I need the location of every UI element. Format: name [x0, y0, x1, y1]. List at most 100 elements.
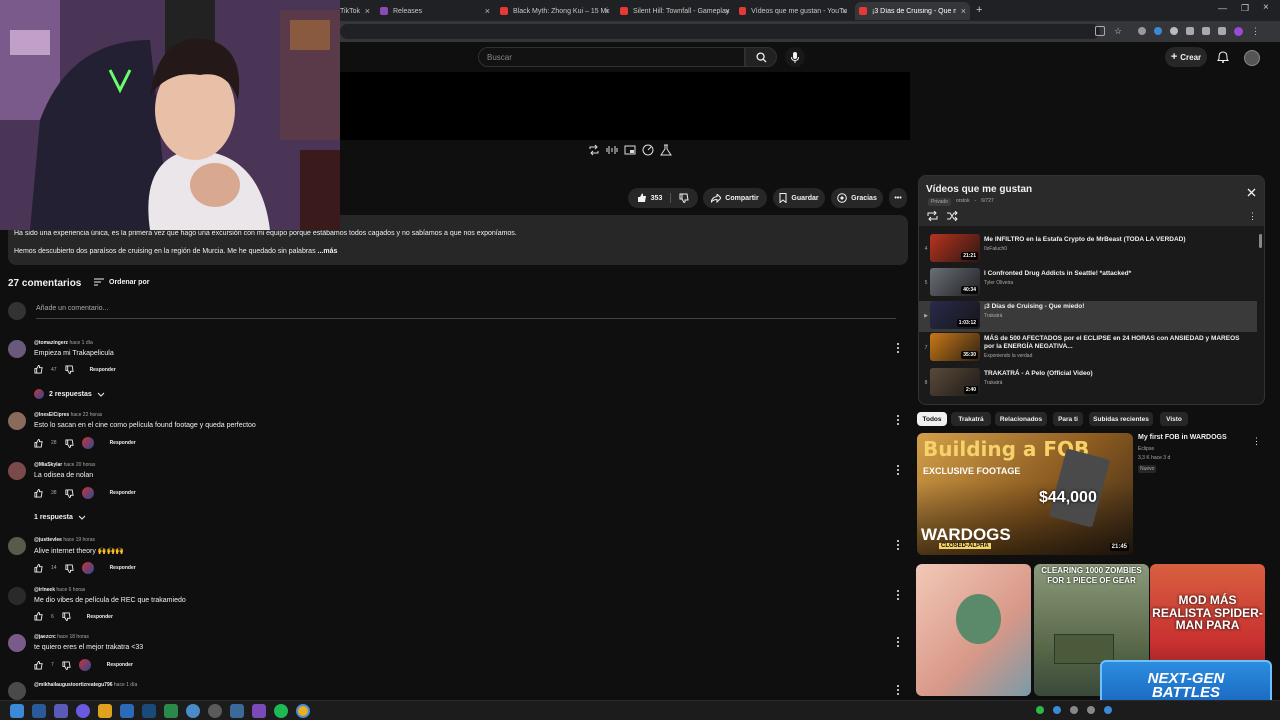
thumbs-down-icon[interactable]	[62, 660, 71, 670]
playlist-title[interactable]: Vídeos que me gustan	[926, 184, 1032, 195]
comment-author[interactable]: @irlneek	[34, 587, 55, 593]
show-replies-button[interactable]: 1 respuesta	[34, 514, 86, 521]
app-icon[interactable]	[76, 704, 90, 718]
comment-author[interactable]: @justtevlee	[34, 537, 62, 543]
thumbs-down-icon[interactable]	[65, 563, 74, 573]
notifications-bell-icon[interactable]	[1217, 51, 1229, 63]
sort-comments-button[interactable]: Ordenar por	[94, 278, 149, 286]
search-input[interactable]: Buscar	[478, 47, 745, 67]
audio-waves-icon[interactable]	[606, 144, 618, 156]
close-tab-icon[interactable]: ×	[605, 6, 610, 16]
filter-chip[interactable]: Para ti	[1053, 412, 1083, 426]
tray-icon[interactable]	[1036, 706, 1044, 714]
thumbs-up-icon[interactable]	[34, 488, 43, 498]
close-tab-icon[interactable]: ×	[961, 6, 966, 16]
comment-time[interactable]: hace 19 horas	[63, 537, 95, 543]
close-tab-icon[interactable]: ×	[842, 6, 847, 16]
app-icon[interactable]	[208, 704, 222, 718]
comment-time[interactable]: hace 1 día	[69, 340, 92, 346]
reply-button[interactable]: Responder	[90, 367, 116, 373]
playlist-owner[interactable]: orstok	[956, 198, 970, 206]
app-icon[interactable]	[186, 704, 200, 718]
close-tab-icon[interactable]: ×	[725, 6, 730, 16]
thumbs-down-icon[interactable]	[65, 365, 74, 374]
thumbs-up-icon[interactable]	[34, 563, 43, 573]
comment-author[interactable]: @mikhailaugustoortizreategu796	[34, 682, 113, 688]
browser-menu-icon[interactable]: ⋮	[1251, 27, 1260, 36]
app-icon[interactable]	[164, 704, 178, 718]
install-app-icon[interactable]	[1095, 26, 1105, 36]
playlist-item[interactable]: 5 40:34 I Confronted Drug Addicts in Seatt…	[919, 268, 1257, 299]
url-bar[interactable]	[340, 24, 1100, 39]
show-more-link[interactable]: ...más	[318, 248, 338, 255]
start-menu-icon[interactable]	[10, 704, 24, 718]
tab-cruising[interactable]: ¡3 Días de Cruising - Que miedo ×	[855, 2, 970, 20]
chrome-icon[interactable]	[296, 704, 310, 718]
app-icon[interactable]	[230, 704, 244, 718]
reply-button[interactable]: Responder	[110, 440, 136, 446]
dislike-button[interactable]	[675, 193, 689, 203]
profile-avatar-icon[interactable]	[1234, 27, 1243, 36]
comment-author[interactable]: @jaezcrc	[34, 634, 56, 640]
reply-button[interactable]: Responder	[87, 614, 113, 620]
close-tab-icon[interactable]: ×	[485, 6, 490, 16]
avatar[interactable]	[8, 587, 26, 605]
extension-icon[interactable]	[1138, 27, 1146, 35]
playlist-menu-icon[interactable]: ⋮	[1248, 211, 1257, 222]
playlist-item[interactable]: 8 2:40 TRAKATRÁ - A Pelo (Official Video) T…	[919, 368, 1257, 399]
thumbs-up-icon[interactable]	[34, 660, 43, 670]
playlist-item[interactable]: 4 21:21 Me INFILTRO en la Estafa Crypto de…	[919, 234, 1257, 265]
comment-author[interactable]: @MiaSkylar	[34, 462, 62, 468]
filter-chip[interactable]: Subidas recientes	[1089, 412, 1153, 426]
bookmark-star-icon[interactable]: ☆	[1114, 26, 1122, 36]
reply-button[interactable]: Responder	[107, 662, 133, 668]
comment-menu-icon[interactable]	[894, 539, 902, 551]
playlist-item[interactable]: 7 35:30 MÁS de 500 AFECTADOS por el ECLIPS…	[919, 333, 1257, 364]
filter-chip[interactable]: Visto	[1160, 412, 1188, 426]
comment-menu-icon[interactable]	[894, 636, 902, 648]
avatar[interactable]	[8, 462, 26, 480]
thumbs-down-icon[interactable]	[65, 488, 74, 498]
filter-chip[interactable]: Relacionados	[995, 412, 1047, 426]
comment-time[interactable]: hace 20 horas	[64, 462, 96, 468]
comment-menu-icon[interactable]	[894, 684, 902, 696]
thumbs-up-icon[interactable]	[34, 612, 43, 621]
miniplayer-icon[interactable]	[624, 144, 636, 156]
show-replies-button[interactable]: 2 respuestas	[34, 389, 105, 399]
tab-releases[interactable]: Releases ×	[380, 2, 490, 20]
loop-playlist-icon[interactable]	[927, 211, 938, 221]
thumbs-up-icon[interactable]	[34, 438, 43, 448]
shuffle-icon[interactable]	[947, 211, 958, 221]
extensions-puzzle-icon[interactable]	[1186, 27, 1194, 35]
comment-menu-icon[interactable]	[894, 342, 902, 354]
search-icon[interactable]	[32, 704, 46, 718]
new-tab-button[interactable]: +	[976, 4, 982, 16]
minimize-icon[interactable]: —	[1218, 3, 1227, 13]
app-icon[interactable]	[120, 704, 134, 718]
comment-time[interactable]: hace 6 horas	[56, 587, 85, 593]
maximize-icon[interactable]: ❐	[1241, 3, 1249, 14]
short-thumbnail[interactable]	[916, 564, 1031, 696]
avatar[interactable]	[8, 682, 26, 700]
create-button[interactable]: + Crear	[1165, 47, 1207, 67]
loop-icon[interactable]	[588, 144, 600, 156]
tray-icon[interactable]	[1087, 706, 1095, 714]
extension-icon[interactable]	[1170, 27, 1178, 35]
tray-icon[interactable]	[1070, 706, 1078, 714]
comment-menu-icon[interactable]	[894, 414, 902, 426]
avatar[interactable]	[8, 412, 26, 430]
avatar[interactable]	[8, 634, 26, 652]
speed-gauge-icon[interactable]	[642, 144, 654, 156]
voice-search-button[interactable]	[785, 47, 805, 67]
video-menu-icon[interactable]: ⋮	[1252, 436, 1261, 447]
tray-icon[interactable]	[1053, 706, 1061, 714]
close-tab-icon[interactable]: ×	[365, 6, 370, 16]
playlist-item[interactable]: ▶ 1:03:12 ¡3 Días de Cruising - Que miedo!…	[919, 301, 1257, 332]
tab-silent-hill[interactable]: Silent Hill: Townfall - Gameplay ×	[620, 2, 730, 20]
sidebar-icon[interactable]	[1218, 27, 1226, 35]
filter-chip[interactable]: Trakatrá	[951, 412, 991, 426]
tab-tiktok[interactable]: TikTok ×	[340, 2, 370, 20]
spotify-icon[interactable]	[274, 704, 288, 718]
close-window-icon[interactable]: ×	[1263, 2, 1269, 13]
app-icon[interactable]	[252, 704, 266, 718]
